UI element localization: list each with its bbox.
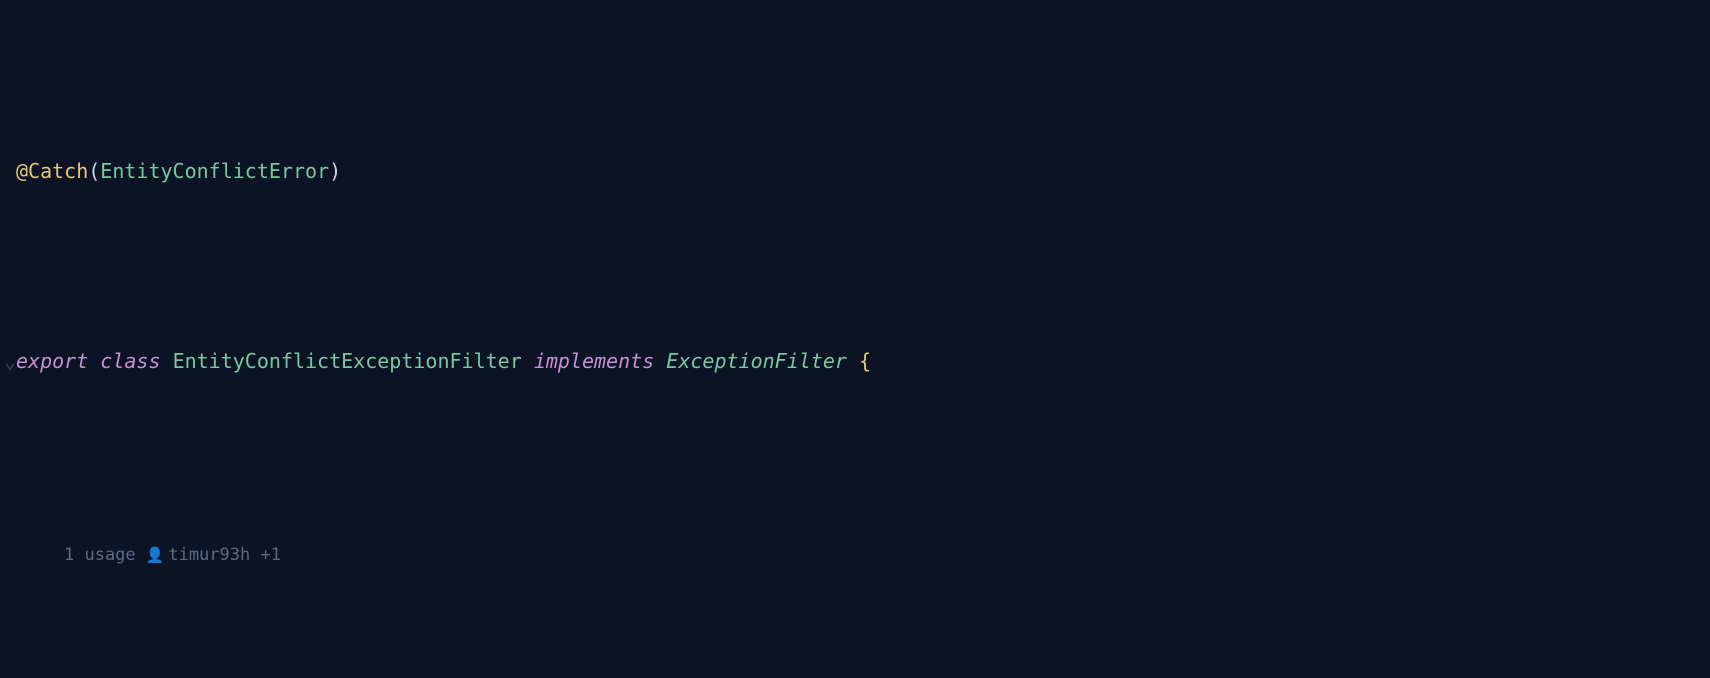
user-icon: 👤: [146, 546, 165, 564]
author-hint[interactable]: timur93h +1: [168, 545, 281, 565]
code-line[interactable]: ⌄export class EntityConflictExceptionFil…: [4, 342, 1710, 380]
inlay-usage[interactable]: 1 usage 👤timur93h +1: [4, 532, 1710, 568]
code-line[interactable]: @Catch(EntityConflictError): [4, 152, 1710, 190]
type-ref: EntityConflictError: [100, 159, 329, 183]
gutter-blank: [4, 152, 16, 190]
paren-close: ): [329, 159, 341, 183]
decorator: @Catch: [16, 159, 88, 183]
kw-export: export: [16, 349, 88, 373]
interface-name: ExceptionFilter: [666, 349, 847, 373]
code-editor[interactable]: @Catch(EntityConflictError) ⌄export clas…: [0, 0, 1710, 678]
class-name: EntityConflictExceptionFilter: [173, 349, 522, 373]
paren-open: (: [88, 159, 100, 183]
usage-count[interactable]: 1 usage: [64, 545, 136, 565]
fold-icon[interactable]: ⌄: [4, 342, 16, 380]
kw-implements: implements: [534, 349, 654, 373]
kw-class: class: [100, 349, 160, 373]
brace-open: {: [859, 349, 871, 373]
